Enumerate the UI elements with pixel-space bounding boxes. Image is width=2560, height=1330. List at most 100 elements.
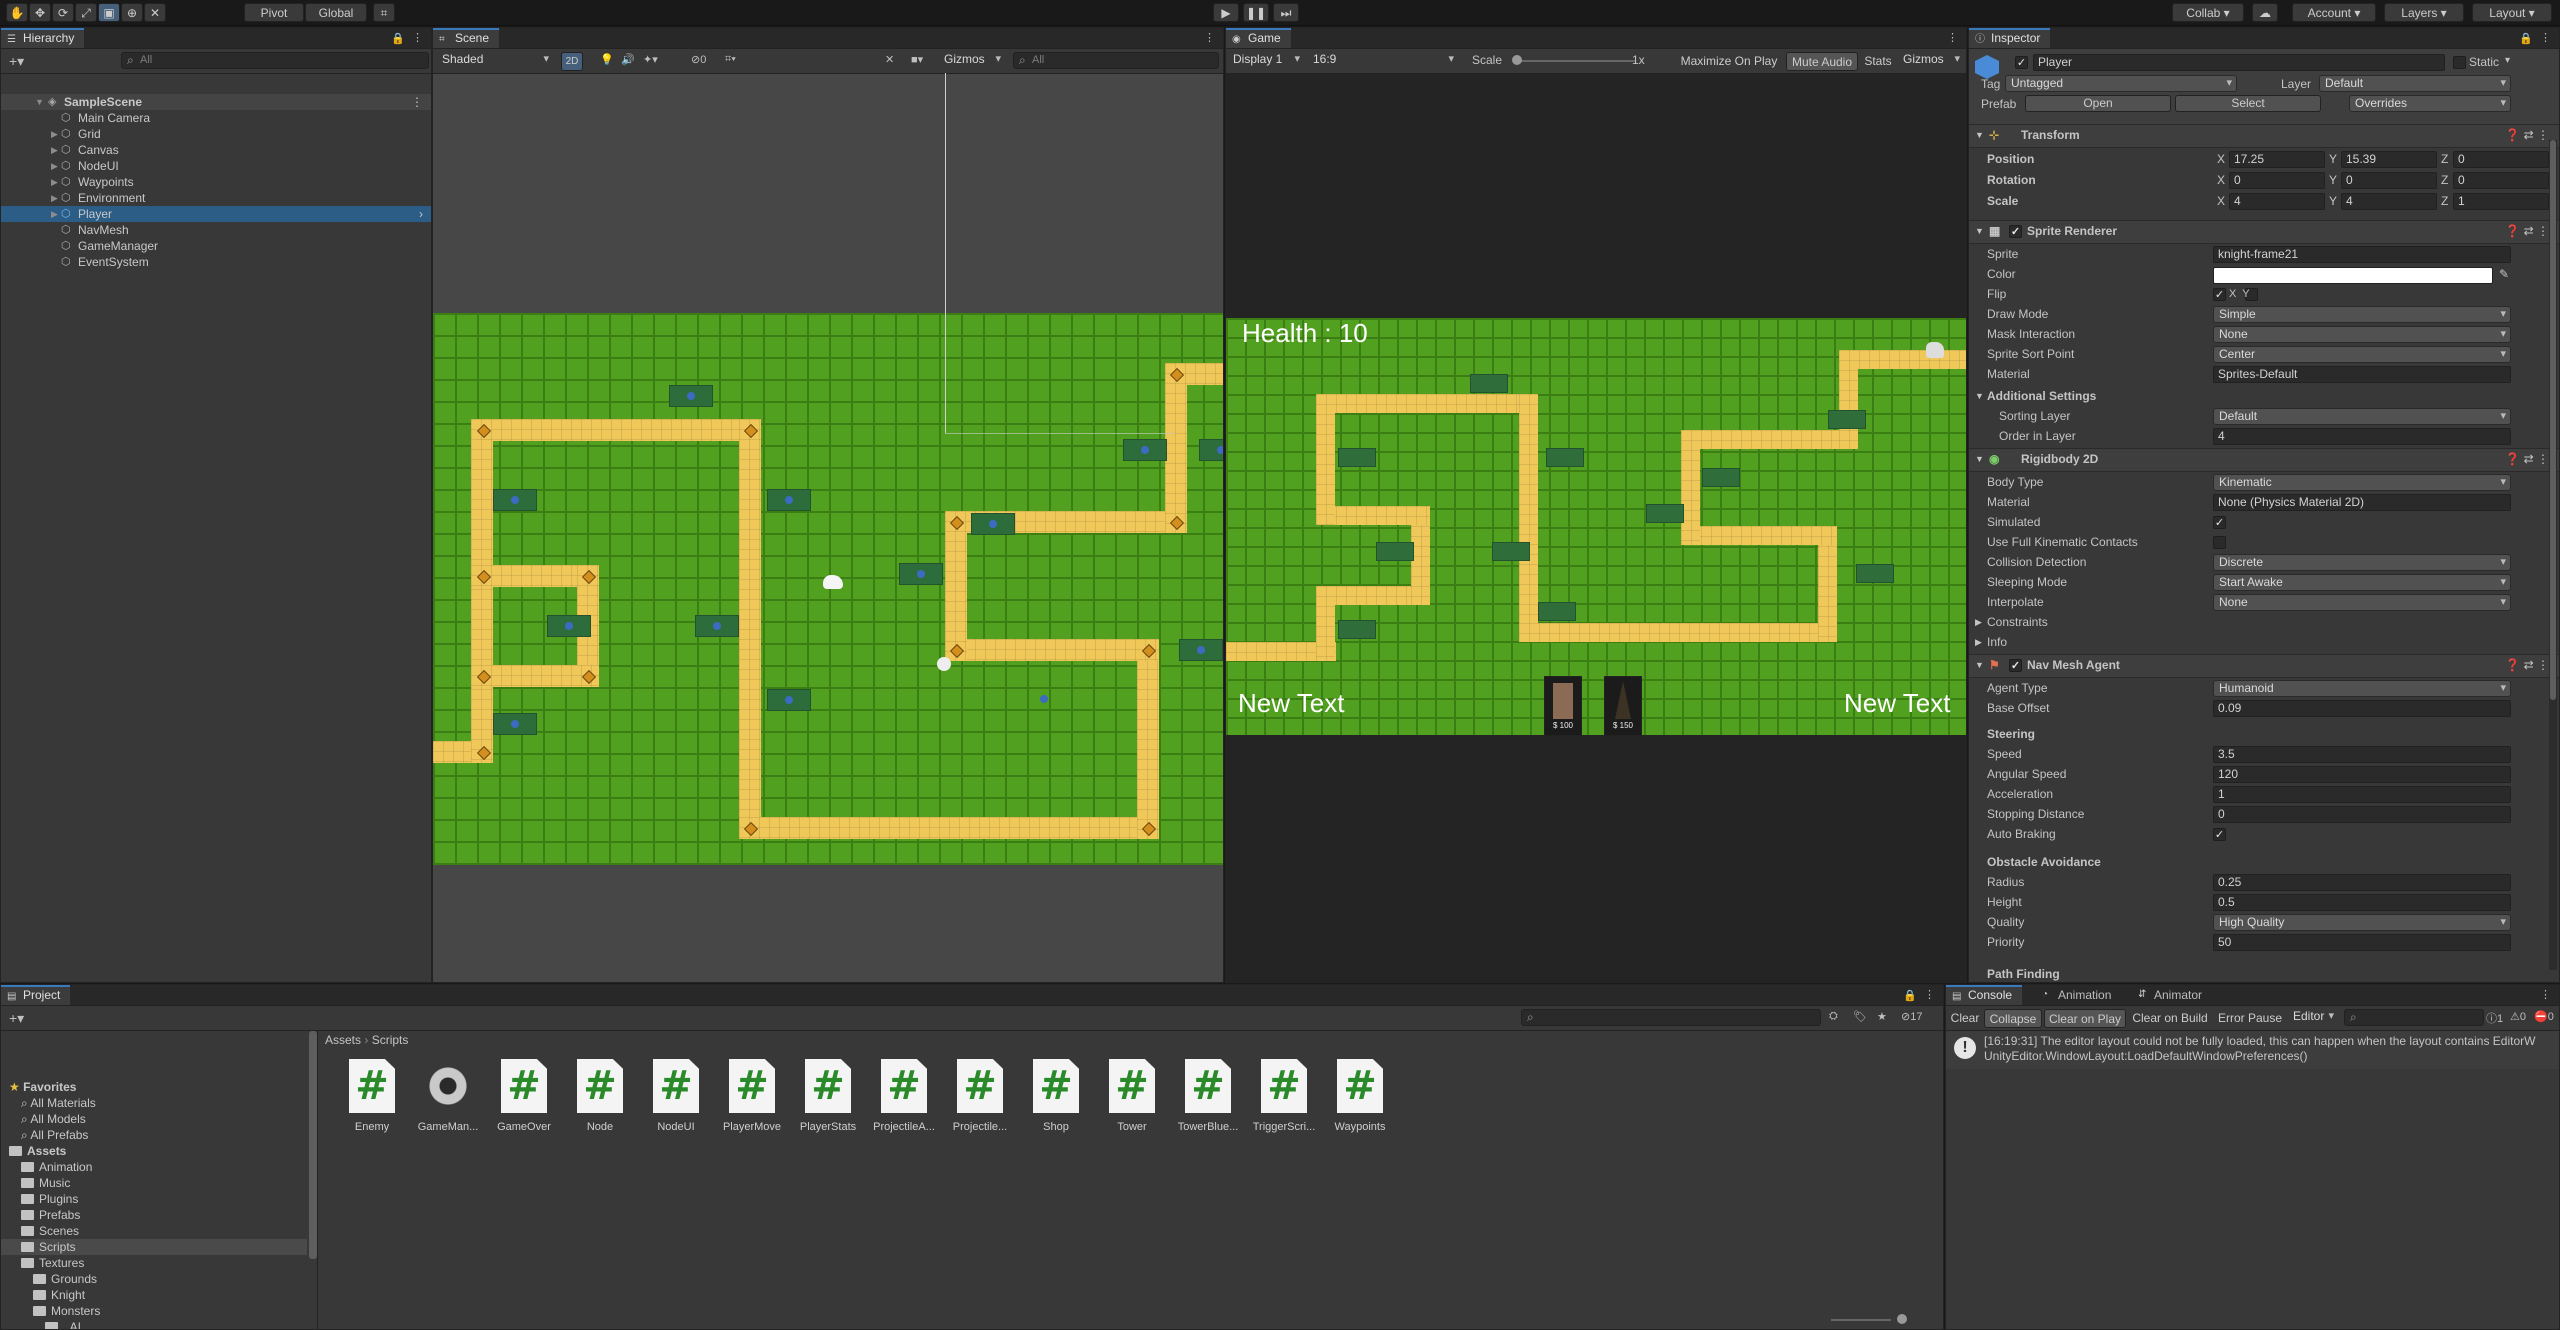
- expand-arrow-icon[interactable]: ▶: [51, 206, 61, 222]
- custom-tool-icon[interactable]: ✕: [144, 3, 166, 22]
- info-count-toggle[interactable]: ⓘ1: [2486, 1010, 2503, 1026]
- tab-project[interactable]: ▤ Project: [1, 985, 71, 1005]
- transform-header[interactable]: ▼ ⊹ Transform ❓ ⇄ ⋮: [1969, 124, 2559, 148]
- collapse-arrow-icon[interactable]: ▼: [1975, 655, 1984, 676]
- tower-node[interactable]: [767, 689, 811, 711]
- script-asset[interactable]: # Node: [563, 1055, 637, 1135]
- error-pause-toggle[interactable]: Error Pause: [2214, 1009, 2286, 1028]
- collapse-arrow-icon[interactable]: ▼: [1975, 125, 1984, 146]
- scene-kebab-icon[interactable]: ⋮: [1204, 31, 1215, 44]
- tab-game[interactable]: ◉ Game: [1226, 28, 1291, 48]
- rb-material-field[interactable]: None (Physics Material 2D): [2213, 494, 2511, 511]
- rigidbody-header[interactable]: ▼ ◉ Rigidbody 2D ❓ ⇄ ⋮: [1969, 448, 2559, 472]
- scene-canvas[interactable]: [433, 73, 1223, 982]
- game-node[interactable]: [1856, 564, 1894, 583]
- hierarchy-item[interactable]: ▶ ⬡ Environment: [1, 190, 431, 206]
- tower-node[interactable]: [695, 615, 739, 637]
- create-plus-icon[interactable]: +▾: [9, 53, 24, 70]
- tab-inspector[interactable]: ⓘ Inspector: [1969, 28, 2051, 48]
- tab-animation[interactable]: ◔ Animation: [2036, 985, 2121, 1005]
- sprite-renderer-row-value-field[interactable]: None: [2213, 326, 2511, 343]
- game-kebab-icon[interactable]: ⋮: [1947, 31, 1958, 44]
- expand-arrow-icon[interactable]: ▶: [51, 190, 61, 206]
- effects-icon[interactable]: ✦▾: [643, 53, 658, 66]
- transform-tool-icon[interactable]: ⊕: [121, 3, 143, 22]
- error-count-toggle[interactable]: ⛔0: [2534, 1010, 2554, 1023]
- tower-node[interactable]: [899, 563, 943, 585]
- expand-arrow-icon[interactable]: ▶: [51, 142, 61, 158]
- tower-node[interactable]: [669, 385, 713, 407]
- 2d-toggle[interactable]: 2D: [561, 52, 583, 71]
- prefab-open-button[interactable]: Open: [2025, 95, 2171, 112]
- audio-icon[interactable]: 🔊: [621, 53, 635, 66]
- angular-speed-field[interactable]: 120: [2213, 766, 2511, 783]
- cloud-icon[interactable]: ☁: [2252, 3, 2278, 22]
- project-tree-item[interactable]: Assets: [9, 1143, 66, 1159]
- project-kebab-icon[interactable]: ⋮: [1924, 988, 1935, 1001]
- step-button[interactable]: ⏭: [1273, 3, 1299, 22]
- project-tree-item[interactable]: Monsters: [33, 1303, 100, 1319]
- scene-menu-icon[interactable]: ⋮: [411, 94, 423, 110]
- transform-rotation-y-field[interactable]: 0: [2341, 172, 2437, 189]
- project-tree-item[interactable]: Music: [21, 1175, 70, 1191]
- game-node[interactable]: [1470, 374, 1508, 393]
- static-checkbox[interactable]: [2453, 56, 2466, 69]
- tab-console[interactable]: ▤ Console: [1946, 985, 2023, 1005]
- object-name-field[interactable]: Player: [2033, 54, 2445, 71]
- inspector-scrollbar[interactable]: [2549, 140, 2557, 970]
- info-foldout[interactable]: ▶ Info: [1969, 632, 2559, 652]
- layout-dropdown[interactable]: Layout ▾: [2472, 3, 2552, 22]
- tower-node[interactable]: [493, 713, 537, 735]
- project-create-plus-icon[interactable]: +▾: [9, 1010, 24, 1027]
- transform-scale-x-field[interactable]: 4: [2229, 193, 2325, 210]
- script-asset[interactable]: # TriggerScri...: [1247, 1055, 1321, 1135]
- project-tree-item[interactable]: Scenes: [21, 1223, 79, 1239]
- rect-tool-icon[interactable]: ▣: [98, 3, 120, 22]
- component-menu-icons[interactable]: ❓ ⇄ ⋮: [2505, 449, 2549, 470]
- full-kinematic-checkbox[interactable]: [2213, 536, 2226, 549]
- camera-icon[interactable]: ■▾: [911, 53, 923, 66]
- hidden-packages-icon[interactable]: ⊘17: [1901, 1010, 1922, 1023]
- game-node[interactable]: [1702, 468, 1740, 487]
- foldout-arrow-icon[interactable]: ▶: [1975, 612, 1982, 632]
- project-lock-icon[interactable]: 🔒: [1903, 989, 1917, 1002]
- project-tree-item[interactable]: Prefabs: [21, 1207, 80, 1223]
- shading-mode-dropdown[interactable]: Shaded: [437, 52, 553, 69]
- collapse-arrow-icon[interactable]: ▼: [1975, 221, 1984, 242]
- collision-dropdown[interactable]: Discrete: [2213, 554, 2511, 571]
- tab-hierarchy[interactable]: ☰ Hierarchy: [1, 28, 85, 48]
- tab-scene[interactable]: ⌗ Scene: [433, 28, 500, 48]
- hierarchy-item[interactable]: ⬡ EventSystem: [1, 254, 431, 270]
- transform-rotation-x-field[interactable]: 0: [2229, 172, 2325, 189]
- script-asset[interactable]: # Tower: [1095, 1055, 1169, 1135]
- project-tree-item[interactable]: ⌕ All Prefabs: [21, 1127, 88, 1143]
- hierarchy-item[interactable]: ▶ ⬡ Canvas: [1, 142, 431, 158]
- project-tree-item[interactable]: Scripts: [1, 1239, 307, 1255]
- shop-tower-2[interactable]: $ 150: [1604, 676, 1642, 736]
- breadcrumb-scripts[interactable]: Scripts: [372, 1033, 409, 1047]
- transform-position-z-field[interactable]: 0: [2453, 151, 2549, 168]
- project-tree-item[interactable]: Textures: [21, 1255, 84, 1271]
- scale-slider[interactable]: [1516, 60, 1636, 62]
- tools-icon[interactable]: ✕: [885, 53, 894, 66]
- layer-dropdown[interactable]: Default: [2319, 75, 2511, 92]
- scene-search-input[interactable]: All: [1013, 52, 1219, 69]
- kebab-menu-icon[interactable]: ⋮: [412, 31, 423, 44]
- base-offset-field[interactable]: 0.09: [2213, 700, 2511, 717]
- player-sprite[interactable]: [823, 575, 843, 589]
- game-node[interactable]: [1538, 602, 1576, 621]
- project-tree-item[interactable]: Plugins: [21, 1191, 78, 1207]
- tower-node[interactable]: [767, 489, 811, 511]
- active-checkbox[interactable]: ✓: [2015, 56, 2028, 69]
- constraints-foldout[interactable]: ▶ Constraints: [1969, 612, 2559, 632]
- inspector-kebab-icon[interactable]: ⋮: [2540, 31, 2551, 44]
- maximize-on-play-toggle[interactable]: Maximize On Play: [1674, 52, 1784, 71]
- inspector-lock-icon[interactable]: 🔒: [2519, 32, 2533, 45]
- script-asset[interactable]: # PlayerMove: [715, 1055, 789, 1135]
- project-tree-item[interactable]: Grounds: [33, 1271, 97, 1287]
- hierarchy-item[interactable]: ⬡ GameManager: [1, 238, 431, 254]
- script-asset[interactable]: # Shop: [1019, 1055, 1093, 1135]
- expand-arrow-icon[interactable]: ▶: [51, 126, 61, 142]
- sprite-renderer-row-value-field[interactable]: Sprites-Default: [2213, 366, 2511, 383]
- project-tree-item[interactable]: _AI: [45, 1319, 81, 1329]
